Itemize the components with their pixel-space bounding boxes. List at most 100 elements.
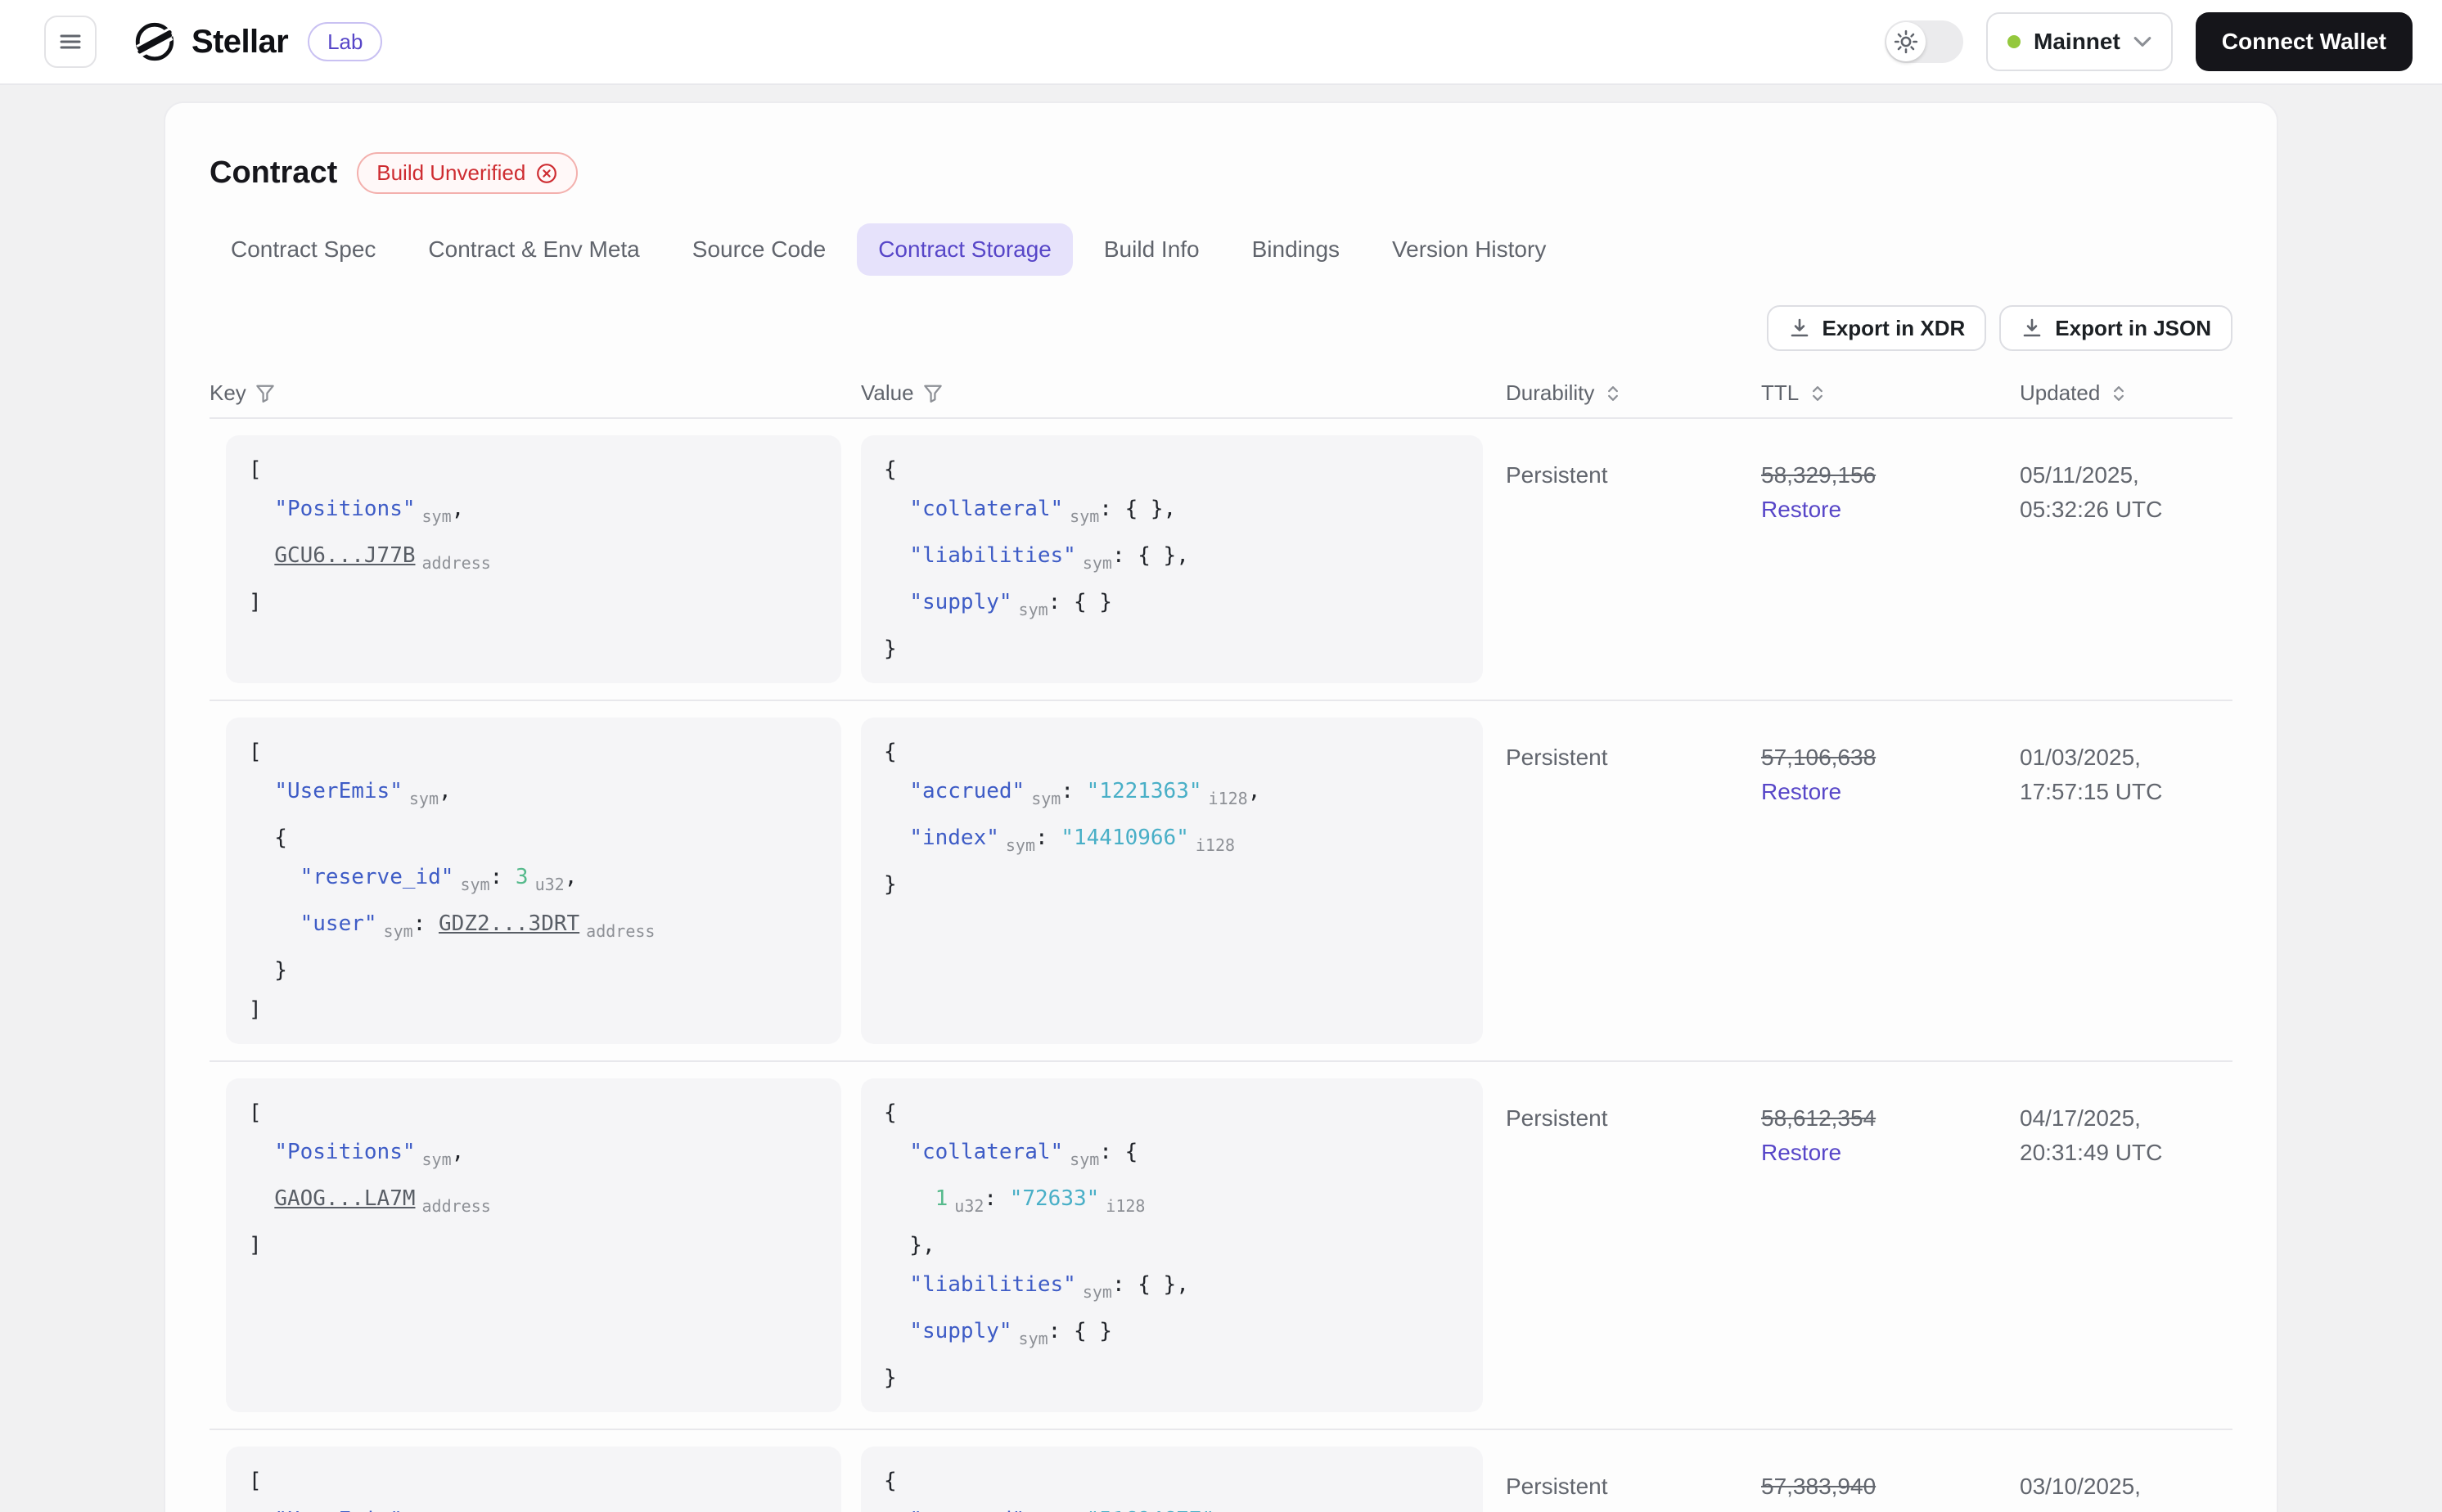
tab-bindings[interactable]: Bindings [1231,223,1361,276]
code-line: "supply" sym: { } [884,1312,1460,1358]
network-status-dot [2007,35,2021,48]
column-header-value[interactable]: Value [861,380,1506,406]
code-token: ] [249,1233,262,1258]
tab-contract-spec[interactable]: Contract Spec [210,223,397,276]
tab-contract-storage[interactable]: Contract Storage [857,223,1073,276]
code-token: "UserEmis" [274,779,403,803]
tab-contract-env-meta[interactable]: Contract & Env Meta [407,223,660,276]
column-header-key[interactable]: Key [210,380,861,406]
code-token: : { } [1048,1319,1112,1343]
theme-knob [1886,22,1926,61]
code-line: { [884,450,1460,489]
filter-icon[interactable] [922,383,944,404]
code-line: 1 u32: "72633" i128 [884,1179,1460,1226]
code-line: "UserEmis" sym, [249,772,818,818]
filter-icon[interactable] [255,383,276,404]
code-line: "index" sym: "14410966" i128 [884,818,1460,865]
code-line: { [249,818,818,857]
connect-wallet-button[interactable]: Connect Wallet [2195,12,2413,71]
code-token: , [1260,1508,1273,1512]
restore-link[interactable]: Restore [1761,1504,1841,1512]
tab-version-history[interactable]: Version History [1371,223,1567,276]
code-token: i128 [1208,789,1248,808]
code-line: GAOG...LA7M address [249,1179,818,1226]
tab-source-code[interactable]: Source Code [671,223,847,276]
code-token: sym [1005,835,1036,855]
export-button-export-in-xdr[interactable]: Export in XDR [1766,305,1987,351]
ttl-cell: 57,106,638 Restore [1761,718,2020,1044]
column-header-dur[interactable]: Durability [1506,380,1761,406]
updated-line: 01/03/2025, [2020,745,2141,770]
column-header-upd[interactable]: Updated [2020,380,2232,406]
code-token: } [884,637,897,661]
column-label: Value [861,380,914,405]
code-token: : [984,1186,1010,1211]
restore-link[interactable]: Restore [1761,1136,1841,1170]
code-line: ] [249,990,818,1029]
code-line: { [884,1093,1460,1132]
updated-line: 04/17/2025, [2020,1105,2141,1131]
address-link[interactable]: GDZ2...3DRT [439,911,579,936]
contract-card: Contract Build Unverified Contract Spec C… [164,101,2278,1512]
address-link[interactable]: GCU6...J77B [274,543,415,568]
code-token: "72633" [1009,1186,1100,1211]
menu-button[interactable] [44,16,97,68]
code-token: "liabilities" [909,1272,1076,1297]
code-token: : [1061,1508,1086,1512]
address-link[interactable]: GAOG...LA7M [274,1186,415,1211]
code-token: { [249,826,287,850]
code-token: ] [249,997,262,1022]
sort-icon[interactable] [1602,383,1624,404]
code-token: [ [249,1100,262,1125]
code-line: "collateral" sym: { }, [884,489,1460,536]
code-line: { [884,732,1460,772]
column-header-ttl[interactable]: TTL [1761,380,2020,406]
code-token: "accrued" [909,779,1025,803]
code-token: }, [884,1233,935,1258]
value-code-block: { "accrued"sym: "51694677"i128, "index"s… [861,1447,1483,1512]
export-button-export-in-json[interactable]: Export in JSON [1999,305,2232,351]
chevron-down-icon [2133,36,2151,47]
network-label: Mainnet [2034,29,2120,54]
sort-icon[interactable] [2108,383,2129,404]
lab-badge: Lab [308,22,383,61]
value-cell: { "collateral" sym: { }, "liabilities" sym… [861,435,1506,683]
code-token: [ [249,1469,262,1493]
sort-icon[interactable] [1807,383,1828,404]
restore-link[interactable]: Restore [1761,493,1841,527]
ttl-value: 58,329,156 [1761,462,1877,488]
updated-cell: 01/03/2025, 17:57:15 UTC [2020,718,2232,1044]
code-line: [ [249,732,818,772]
value-cell: { "collateral" sym: { 1 u32: "72633" i128 }… [861,1078,1506,1412]
code-token: { [884,457,897,482]
code-token: sym [1082,1282,1112,1302]
durability-value: Persistent [1506,745,1608,770]
updated-line: 05/11/2025, [2020,462,2139,488]
code-token: "index" [909,826,999,850]
tab-build-info[interactable]: Build Info [1083,223,1221,276]
restore-link[interactable]: Restore [1761,775,1841,809]
code-token: "1221363" [1086,779,1202,803]
ttl-cell: 58,329,156 Restore [1761,435,2020,683]
column-label: TTL [1761,380,1800,405]
code-line: [ [249,1461,818,1501]
code-token: : [412,911,439,936]
hamburger-icon [57,29,83,55]
brand-logo[interactable]: Stellar [133,20,289,64]
network-selector[interactable]: Mainnet [1986,12,2173,71]
code-token: , [451,497,465,521]
code-token: u32 [534,875,565,894]
export-button-label: Export in XDR [1822,315,1966,340]
ttl-value: 58,612,354 [1761,1105,1877,1131]
code-token: sym [421,506,452,526]
theme-toggle[interactable] [1885,20,1964,63]
code-token: 3 [515,865,529,889]
table-row: [ "UserEmis"sym, { "reserve_id"sym: 3u32… [210,1430,2232,1512]
